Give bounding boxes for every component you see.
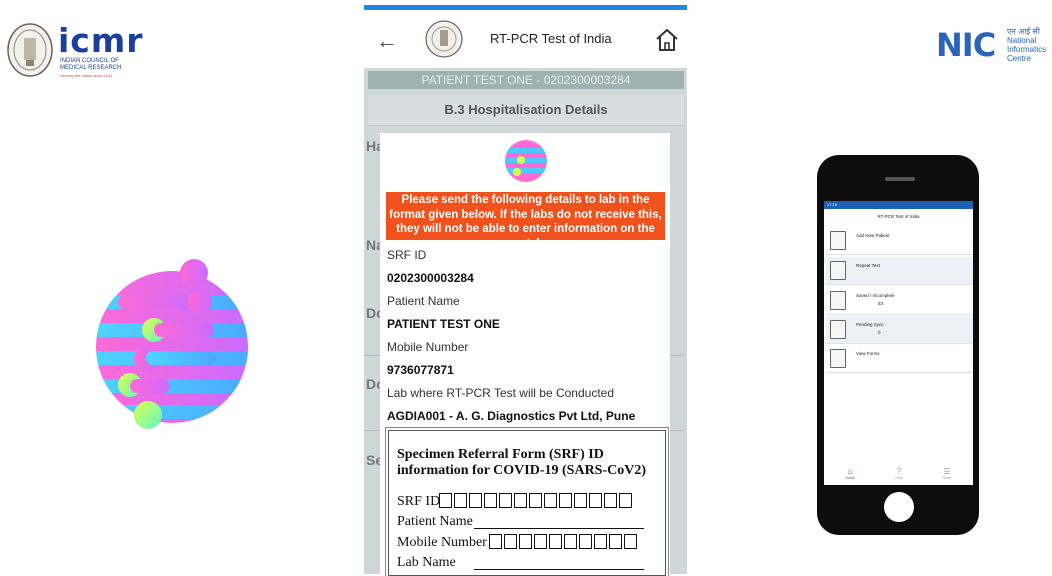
menu-view-forms[interactable]: View Forms bbox=[826, 345, 973, 373]
patient-banner: PATIENT TEST ONE - 0202300003284 bbox=[368, 71, 684, 89]
more-icon: ☰ bbox=[943, 467, 951, 476]
app-emblem-icon bbox=[424, 19, 464, 59]
nav-home[interactable]: ⌂ Home bbox=[830, 467, 870, 480]
icmr-wordmark: icmr bbox=[58, 21, 144, 60]
lab-label: Lab where RT-PCR Test will be Conducted bbox=[387, 386, 615, 400]
phone-app-title: RT-PCR Test of India bbox=[877, 214, 920, 219]
nic-text: एन आई सी National Informatics Centre bbox=[1007, 27, 1047, 63]
mobile-number-value: 9736077871 bbox=[387, 363, 454, 377]
icmr-seal-icon bbox=[6, 22, 54, 78]
nic-wordmark: NIC bbox=[936, 26, 996, 64]
phone-bottom-nav: ⌂ Home ? Help ☰ More bbox=[824, 467, 973, 485]
srf-form-lab-label: Lab Name bbox=[397, 555, 456, 570]
app-header: ← RT-PCR Test of India bbox=[364, 10, 687, 68]
nav-help[interactable]: ? Help bbox=[879, 467, 919, 480]
lab-value: AGDIA001 - A. G. Diagnostics Pvt Ltd, Pu… bbox=[387, 409, 636, 423]
document-sync-icon bbox=[830, 320, 846, 339]
srf-id-value: 0202300003284 bbox=[387, 271, 474, 285]
document-add-icon bbox=[830, 231, 846, 250]
dialog-brand-logo bbox=[503, 138, 549, 189]
srf-form-id-label: SRF ID bbox=[397, 494, 441, 509]
patient-name-value: PATIENT TEST ONE bbox=[387, 317, 500, 331]
patient-name-label: Patient Name bbox=[387, 294, 460, 308]
app-title: RT-PCR Test of India bbox=[490, 31, 612, 46]
document-repeat-icon bbox=[830, 261, 846, 280]
phone-speaker bbox=[885, 177, 915, 181]
srf-form-patient-label: Patient Name bbox=[397, 514, 473, 529]
phone-screen: 17:19 RT-PCR Test of India Add New Patie… bbox=[824, 201, 973, 485]
menu-repeat-test[interactable]: Repeat Test bbox=[826, 257, 973, 285]
app-brand-logo bbox=[88, 255, 256, 435]
menu-pending-sync[interactable]: Pending Sync 0 bbox=[826, 316, 973, 344]
srf-id-label: SRF ID bbox=[387, 248, 427, 262]
instruction-alert: Please send the following details to lab… bbox=[386, 192, 665, 250]
saved-count: 83 bbox=[878, 301, 884, 306]
document-view-icon bbox=[830, 349, 846, 368]
pending-count: 0 bbox=[878, 330, 881, 335]
back-arrow-icon[interactable]: ← bbox=[376, 28, 398, 54]
document-saved-icon bbox=[830, 291, 846, 310]
icmr-subtitle: INDIAN COUNCIL OF MEDICAL RESEARCH bbox=[60, 58, 122, 71]
srf-id-boxes bbox=[439, 493, 632, 508]
patient-name-underline bbox=[474, 528, 644, 529]
home-icon: ⌂ bbox=[847, 467, 853, 476]
srf-form-mobile-label: Mobile Number bbox=[397, 535, 487, 550]
nav-more[interactable]: ☰ More bbox=[927, 467, 967, 480]
home-icon[interactable] bbox=[654, 27, 680, 58]
srf-form-title: Specimen Referral Form (SRF) ID informat… bbox=[397, 447, 647, 478]
mobile-boxes bbox=[489, 534, 637, 549]
help-icon: ? bbox=[896, 467, 902, 476]
phone-status-bar: 17:19 bbox=[824, 201, 973, 209]
menu-saved-incomplete[interactable]: Saved / Incomplete 83 bbox=[826, 287, 973, 315]
menu-add-new-patient[interactable]: Add New Patient bbox=[826, 227, 973, 255]
phone-home-button bbox=[884, 492, 914, 522]
lab-name-underline bbox=[474, 569, 644, 570]
section-title: B.3 Hospitalisation Details bbox=[368, 95, 684, 126]
mobile-number-label: Mobile Number bbox=[387, 340, 469, 354]
icmr-tagline: Serving the nation since 1911 bbox=[60, 73, 113, 78]
